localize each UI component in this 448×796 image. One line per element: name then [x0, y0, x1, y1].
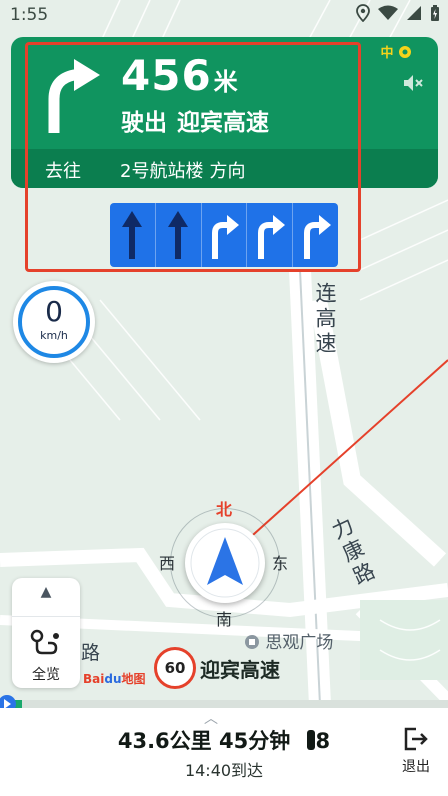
overview-panel: ▲ 全览	[12, 578, 80, 688]
logo-bai: Bai	[83, 672, 105, 686]
car-position	[185, 523, 265, 603]
speed-unit: km/h	[40, 329, 68, 342]
remaining-time: 45分钟	[218, 729, 291, 753]
poi-icon	[245, 635, 259, 649]
route-overview-icon[interactable]	[29, 628, 63, 656]
map-label-road-c: 路	[81, 642, 101, 664]
speed-limit-sign: 60	[154, 647, 196, 689]
speedometer: 0 km/h	[13, 281, 95, 363]
speed-value: 0	[45, 295, 63, 328]
traffic-light-icon	[306, 730, 315, 750]
gps-signal-label: 中	[380, 46, 394, 61]
navigation-arrow-icon	[190, 528, 260, 598]
traffic-lights-count: 8	[306, 729, 331, 753]
compass-south: 南	[216, 610, 233, 629]
compass[interactable]	[170, 508, 280, 618]
exit-icon	[404, 727, 428, 751]
compass-west: 西	[159, 554, 176, 573]
divider	[12, 616, 80, 617]
expand-up-icon[interactable]: ▲	[12, 584, 80, 600]
overview-button[interactable]: 全览	[12, 664, 80, 684]
traffic-lights-value: 8	[315, 729, 331, 753]
map-label-road-a: 连高速	[313, 282, 337, 357]
status-time: 1:55	[10, 5, 49, 25]
remaining-distance: 43.6公里	[117, 729, 212, 753]
exit-button[interactable]: 退出	[396, 726, 436, 776]
poi-name: 思观广场	[265, 633, 334, 653]
trip-info-panel[interactable]: ︿ 43.6公里 45分钟 8 14:40到达 退出	[0, 708, 448, 796]
route-progress-bar	[0, 695, 448, 713]
current-road-name: 迎宾高速	[200, 658, 280, 682]
arrival-time: 14:40到达	[184, 761, 264, 780]
exit-label: 退出	[402, 759, 430, 775]
compass-north: 北	[216, 500, 233, 519]
logo-du: du	[104, 672, 122, 686]
gps-signal-indicator: 中	[380, 42, 412, 61]
battery-icon	[431, 4, 439, 21]
highlight-box-guidance	[25, 42, 361, 272]
compass-east: 东	[272, 554, 289, 573]
status-icons	[356, 4, 440, 22]
location-icon	[356, 4, 370, 22]
baidu-map-logo: Baidu地图	[83, 670, 146, 687]
map-label-poi: 思观广场	[244, 628, 333, 653]
satellite-icon	[399, 46, 411, 58]
wifi-icon	[378, 5, 398, 20]
logo-map: 地图	[121, 672, 146, 686]
trip-stats: 43.6公里 45分钟 8	[0, 725, 448, 755]
signal-icon	[407, 6, 421, 20]
mute-icon[interactable]	[402, 73, 424, 93]
status-bar: 1:55	[0, 0, 448, 32]
